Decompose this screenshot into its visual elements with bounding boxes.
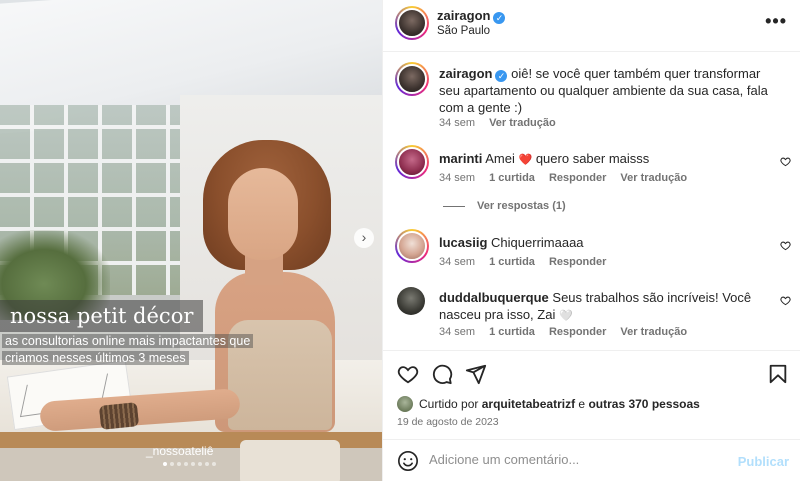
smiley-icon[interactable]	[397, 450, 419, 472]
verified-badge-icon: ✓	[495, 70, 508, 82]
carousel-dot	[198, 462, 202, 466]
image-person-face	[228, 168, 298, 260]
author-username[interactable]: zairagon	[437, 8, 490, 23]
likes-summary: Curtido por arquitetabeatrizf e outras 3…	[397, 396, 700, 412]
caption-text: zairagon ✓ oiê! se você quer também quer …	[439, 65, 779, 116]
carousel-dot	[163, 462, 167, 466]
likes-prefix: Curtido por	[419, 397, 479, 411]
others-likes-link[interactable]: outras 370 pessoas	[588, 397, 699, 411]
post-overlay-line2: criamos nesses últimos 3 meses	[2, 351, 189, 365]
post-overlay-line1: as consultorias online mais impactantes …	[2, 334, 254, 348]
comment-time[interactable]: 34 sem	[439, 172, 475, 184]
carousel-dot	[184, 462, 188, 466]
commenter-username[interactable]: lucasiig	[439, 235, 487, 250]
commenter-avatar[interactable]	[397, 287, 425, 315]
comment-like-heart-icon[interactable]	[780, 295, 791, 306]
post-image[interactable]: nossa petit décor as consultorias online…	[0, 0, 382, 481]
verified-badge-icon: ✓	[493, 12, 506, 24]
commenter-username[interactable]: duddalbuquerque	[439, 290, 549, 305]
post-caption: zairagon ✓ oiê! se você quer também quer …	[383, 60, 800, 140]
caption-meta: 34 sem Ver tradução	[439, 117, 556, 129]
comment-item: lucasiig Chiquerrimaaaa 34 sem 1 curtida…	[383, 229, 800, 279]
commenter-avatar[interactable]	[395, 229, 429, 263]
comment-likes[interactable]: 1 curtida	[489, 256, 535, 268]
comment-like-heart-icon[interactable]	[780, 156, 791, 167]
comment-time[interactable]: 34 sem	[439, 256, 475, 268]
caption-avatar[interactable]	[395, 62, 429, 96]
commenter-avatar[interactable]	[395, 145, 429, 179]
comment-time[interactable]: 34 sem	[439, 326, 475, 338]
post-date[interactable]: 19 de agosto de 2023	[397, 416, 499, 428]
bookmark-icon[interactable]	[767, 363, 789, 385]
carousel-next-button[interactable]: ›	[354, 228, 374, 248]
post-overlay-title: nossa petit décor	[0, 300, 204, 332]
post-watermark: _nossoateliê	[146, 444, 214, 458]
post-header: zairagon ✓ São Paulo •••	[383, 0, 800, 52]
comment-text: lucasiig Chiquerrimaaaa	[439, 234, 759, 251]
comment-meta: 34 sem 1 curtida Responder	[439, 256, 606, 268]
reply-button[interactable]: Responder	[549, 256, 606, 268]
author-avatar[interactable]	[395, 6, 429, 40]
carousel-dot	[191, 462, 195, 466]
translate-link[interactable]: Ver tradução	[620, 172, 687, 184]
caption-username[interactable]: zairagon	[439, 66, 492, 81]
comment-body-start: Amei	[485, 151, 515, 166]
comment-body: Chiquerrimaaaa	[491, 235, 584, 250]
image-bracelets	[98, 402, 140, 430]
heart-icon[interactable]	[397, 363, 419, 385]
liker-username[interactable]: arquitetabeatrizf	[482, 397, 575, 411]
image-person-pants	[240, 440, 340, 481]
comment-text: marinti Amei ❤️ quero saber maisss	[439, 150, 759, 169]
view-replies-button[interactable]: Ver respostas (1)	[443, 200, 566, 212]
post-sidebar: zairagon ✓ São Paulo ••• zairagon ✓ oiê! s…	[382, 0, 800, 481]
carousel-dot	[205, 462, 209, 466]
translate-link[interactable]: Ver tradução	[620, 326, 687, 338]
liker-avatar[interactable]	[397, 396, 413, 412]
heart-emoji: ❤️	[518, 154, 533, 166]
post-comment-button[interactable]: Publicar	[738, 454, 789, 469]
carousel-dot	[177, 462, 181, 466]
reply-button[interactable]: Responder	[549, 172, 606, 184]
comment-meta: 34 sem 1 curtida Responder Ver tradução	[439, 326, 687, 338]
carousel-dot	[170, 462, 174, 466]
comment-item: duddalbuquerque Seus trabalhos são incrí…	[383, 284, 800, 344]
comment-text: duddalbuquerque Seus trabalhos são incrí…	[439, 289, 759, 325]
comment-like-heart-icon[interactable]	[780, 240, 791, 251]
action-bar	[383, 350, 800, 394]
comment-composer: Publicar	[383, 439, 800, 481]
reply-button[interactable]: Responder	[549, 326, 606, 338]
likes-connector: e	[578, 397, 586, 411]
comment-meta: 34 sem 1 curtida Responder Ver tradução	[439, 172, 687, 184]
comment-likes[interactable]: 1 curtida	[489, 172, 535, 184]
caption-time[interactable]: 34 sem	[439, 117, 475, 129]
more-options-button[interactable]: •••	[765, 11, 787, 32]
commenter-username[interactable]: marinti	[439, 151, 482, 166]
carousel-dot	[212, 462, 216, 466]
carousel-dots	[163, 462, 216, 466]
comment-item: marinti Amei ❤️ quero saber maisss 34 se…	[383, 145, 800, 205]
comment-body-end: quero saber maisss	[535, 151, 650, 166]
comment-input[interactable]	[429, 452, 729, 467]
post-overlay-subtitle: as consultorias online mais impactantes …	[0, 333, 270, 367]
comment-icon[interactable]	[431, 363, 453, 385]
white-heart-emoji: 🤍	[558, 310, 573, 322]
chevron-right-icon: ›	[361, 229, 367, 245]
paper-plane-icon[interactable]	[465, 363, 487, 385]
caption-translate-link[interactable]: Ver tradução	[489, 117, 556, 129]
comment-likes[interactable]: 1 curtida	[489, 326, 535, 338]
post-location[interactable]: São Paulo	[437, 25, 490, 37]
